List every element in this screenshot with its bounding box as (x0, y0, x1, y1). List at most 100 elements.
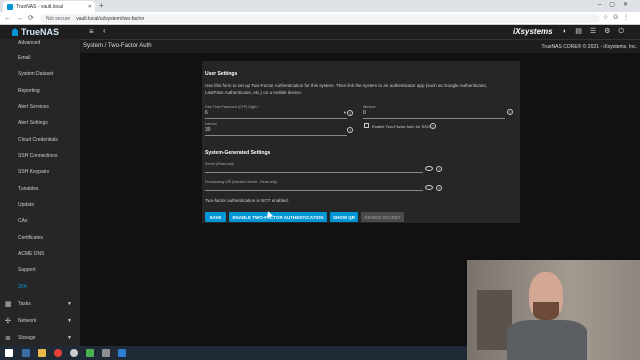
sidebar-item-2fa[interactable]: 2FA (0, 280, 80, 294)
collapse-sidebar-icon[interactable]: ‹ (103, 26, 106, 35)
window-value: 0 (363, 110, 366, 116)
interval-label: Interval (205, 122, 217, 126)
sidebar-item-acme-dns[interactable]: ACME DNS (0, 247, 80, 261)
sidebar-item-system-dataset[interactable]: System Dataset (0, 67, 80, 81)
help-icon[interactable]: ? (430, 123, 436, 129)
sidebar-item-label: Update (18, 202, 35, 208)
sidebar-item-cloud-credentials[interactable]: Cloud Credentials (0, 133, 80, 147)
user-settings-title: User Settings (205, 71, 238, 77)
sidebar-item-label: Reporting (18, 88, 40, 94)
interval-input[interactable]: Interval 30 (205, 122, 355, 136)
sidebar-item-tunables[interactable]: Tunables (0, 182, 80, 196)
sidebar-item-reporting[interactable]: Reporting (0, 84, 80, 98)
taskbar-app-icon[interactable] (118, 349, 126, 357)
hamburger-menu-icon[interactable]: ≡ (89, 27, 94, 36)
sidebar-item-label: Support (18, 267, 36, 273)
breadcrumb-bar: System / Two-Factor Auth TrueNAS CORE® ©… (80, 39, 640, 53)
sidebar: Advanced Email System Dataset Reporting … (0, 39, 80, 346)
browser-tab[interactable]: TrueNAS - vault.local ✕ (3, 1, 95, 12)
chevron-down-icon: ▼ (67, 301, 72, 307)
sidebar-group-network[interactable]: ✣ Network ▼ (0, 314, 80, 328)
sidebar-item-label: CAs (18, 218, 28, 224)
field-underline (363, 118, 505, 119)
sidebar-item-label: Email (18, 55, 31, 61)
secret-label: Secret (Read only) (205, 162, 235, 166)
storage-icon: ≣ (5, 335, 11, 342)
secret-field[interactable]: Secret (Read only) (205, 162, 425, 173)
sidebar-item-label: 2FA (18, 284, 27, 290)
calendar-icon: ▦ (5, 301, 12, 308)
sidebar-item-ssh-connections[interactable]: SSH Connections (0, 149, 80, 163)
window-controls[interactable]: –▢✕ (598, 1, 636, 8)
enable-two-factor-button[interactable]: ENABLE TWO-FACTOR AUTHENTICATION (229, 212, 327, 222)
browser-menu-icons[interactable]: ☆G⋮ (603, 14, 634, 21)
chrome-icon[interactable] (54, 349, 62, 357)
provisioning-uri-label: Provisioning URI (includes Secret - Read… (205, 180, 278, 184)
webcam-person-body (507, 320, 587, 360)
sidebar-item-support[interactable]: Support (0, 263, 80, 277)
url-text: vault.local/ui/system/two-factor (76, 15, 145, 22)
sidebar-item-update[interactable]: Update (0, 198, 80, 212)
sidebar-item-label: Tasks (18, 301, 31, 307)
window-input[interactable]: Window 0 (363, 105, 508, 119)
ixsystems-logo: iXsystems (513, 27, 553, 36)
sidebar-item-label: Alert Settings (18, 120, 48, 126)
sidebar-item-label: SSH Connections (18, 153, 58, 159)
obs-icon[interactable] (70, 349, 78, 357)
sidebar-item-label: SSH Keypairs (18, 169, 50, 175)
system-generated-title: System-Generated Settings (205, 150, 271, 156)
sidebar-item-label: Cloud Credentials (18, 137, 58, 143)
truenas-favicon-icon (7, 3, 13, 10)
webcam-overlay (467, 260, 640, 360)
help-icon[interactable]: ? (347, 110, 353, 116)
show-qr-button[interactable]: SHOW QR (330, 212, 358, 222)
url-field[interactable]: Not secure vault.local/ui/system/two-fac… (40, 14, 600, 23)
sidebar-item-label: Certificates (18, 235, 44, 241)
ssh-2fa-checkbox[interactable] (364, 123, 369, 128)
sidebar-item-label: Network (18, 318, 37, 324)
field-underline (205, 190, 423, 191)
help-icon[interactable]: ? (436, 166, 442, 172)
otp-digits-label: One-Time Password (OTP) Digits * (205, 105, 260, 109)
truenas-logo-icon (12, 28, 18, 36)
help-icon[interactable]: ? (436, 185, 442, 191)
taskbar-app-icon[interactable] (86, 349, 94, 357)
provisioning-uri-field[interactable]: Provisioning URI (includes Secret - Read… (205, 180, 425, 191)
new-tab-icon[interactable]: + (99, 1, 104, 10)
field-underline (205, 118, 347, 119)
sidebar-item-alert-settings[interactable]: Alert Settings (0, 116, 80, 130)
sidebar-item-certificates[interactable]: Certificates (0, 231, 80, 245)
folder-icon[interactable] (38, 349, 46, 357)
otp-digits-select[interactable]: One-Time Password (OTP) Digits * 6 ▼ (205, 105, 355, 119)
close-tab-icon[interactable]: ✕ (88, 4, 92, 10)
start-icon[interactable] (5, 349, 13, 357)
app-topbar: TrueNAS ≡ ‹ iXsystems ◐▤☰⚙⏻ (0, 25, 640, 39)
sidebar-group-tasks[interactable]: ▦ Tasks ▼ (0, 297, 80, 311)
window-label: Window (363, 105, 376, 109)
eye-slash-icon[interactable] (425, 185, 433, 190)
sidebar-item-alert-services[interactable]: Alert Services (0, 100, 80, 114)
eye-slash-icon[interactable] (425, 166, 433, 171)
sidebar-item-label: ACME DNS (18, 251, 45, 257)
sidebar-item-label: System Dataset (18, 71, 54, 77)
help-icon[interactable]: ? (507, 109, 513, 115)
taskbar-app-icon[interactable] (22, 349, 30, 357)
browser-nav-icons[interactable]: ←→⟳ (4, 14, 39, 22)
help-icon[interactable]: ? (347, 127, 353, 133)
field-underline (205, 135, 347, 136)
taskbar-app-icon[interactable] (102, 349, 110, 357)
sidebar-group-storage[interactable]: ≣ Storage ▼ (0, 331, 80, 345)
save-button[interactable]: SAVE (205, 212, 226, 222)
chevron-down-icon: ▼ (67, 318, 72, 324)
sidebar-item-ssh-keypairs[interactable]: SSH Keypairs (0, 165, 80, 179)
sidebar-item-label: Advanced (18, 40, 41, 46)
sidebar-item-cas[interactable]: CAs (0, 214, 80, 228)
topbar-action-icons[interactable]: ◐▤☰⚙⏻ (563, 27, 632, 36)
user-settings-description: Use this form to set up Two-Factor Authe… (205, 83, 487, 96)
renew-secret-button[interactable]: RENEW SECRET (361, 212, 404, 222)
not-secure-label: Not secure (46, 15, 71, 22)
chevron-down-icon: ▼ (67, 335, 72, 341)
sidebar-item-email[interactable]: Email (0, 51, 80, 65)
sidebar-item-advanced[interactable]: Advanced (0, 36, 80, 50)
sidebar-item-label: Alert Services (18, 104, 49, 110)
